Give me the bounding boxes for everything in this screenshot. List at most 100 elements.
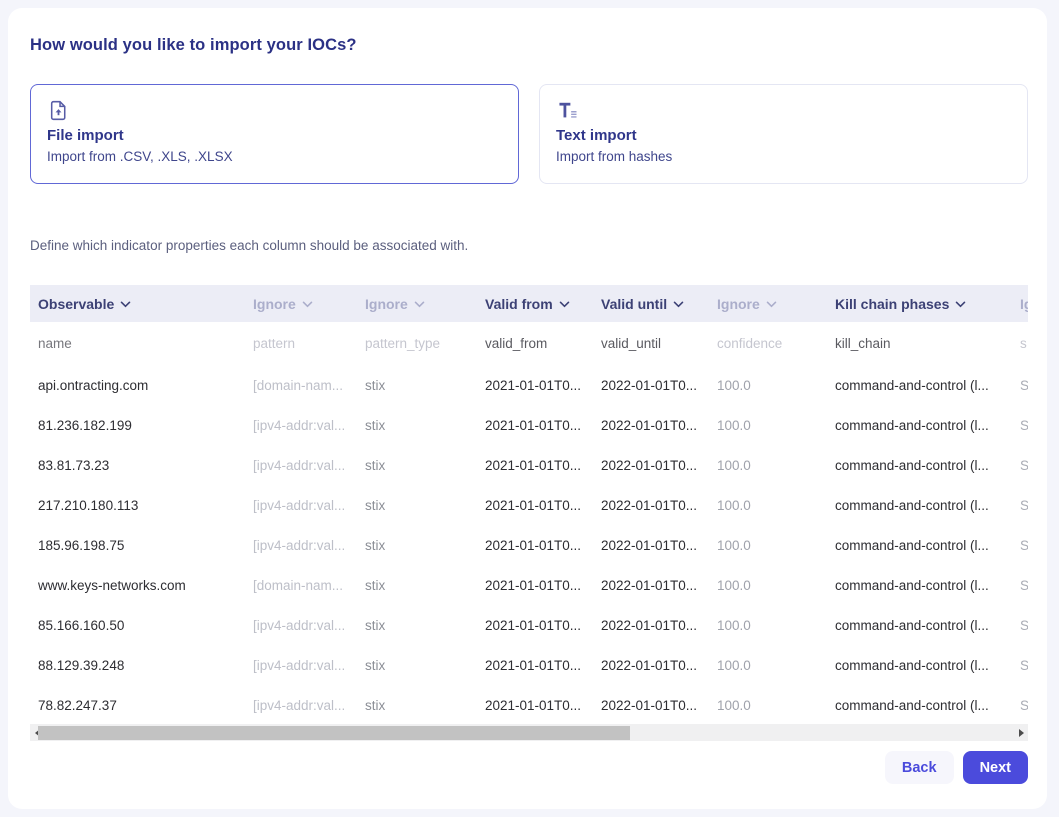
table-cell: 2021-01-01T0... <box>477 418 593 433</box>
table-header-row: Observable Ignore Ignore Valid from Valid un… <box>30 285 1028 322</box>
column-header-label: Ignore <box>1020 296 1028 312</box>
column-header-2[interactable]: Ignore <box>357 296 477 312</box>
table-cell: 100.0 <box>709 578 827 593</box>
table-cell: 100.0 <box>709 378 827 393</box>
table-cell: S <box>1012 618 1028 633</box>
file-upload-icon <box>47 99 502 126</box>
table-cell: [ipv4-addr:val... <box>245 418 357 433</box>
table-cell: 78.82.247.37 <box>30 698 245 713</box>
scrollbar-thumb[interactable] <box>38 726 630 740</box>
table-cell: command-and-control (l... <box>827 658 1012 673</box>
field-name-cell: s <box>1012 336 1028 351</box>
text-import-subtitle: Import from hashes <box>556 149 1011 164</box>
table-cell: stix <box>357 578 477 593</box>
table-cell: [ipv4-addr:val... <box>245 618 357 633</box>
table-cell: S <box>1012 538 1028 553</box>
column-mapping-table: Observable Ignore Ignore Valid from Valid un… <box>30 285 1028 725</box>
scroll-right-arrow-icon[interactable] <box>1014 724 1028 741</box>
table-cell: [ipv4-addr:val... <box>245 658 357 673</box>
table-row: 83.81.73.23[ipv4-addr:val...stix2021-01-… <box>30 445 1028 485</box>
table-cell: 2021-01-01T0... <box>477 458 593 473</box>
text-import-card[interactable]: Text import Import from hashes <box>539 84 1028 184</box>
column-header-label: Valid from <box>485 296 553 312</box>
column-header-4[interactable]: Valid until <box>593 296 709 312</box>
table-cell: S <box>1012 578 1028 593</box>
table-cell: command-and-control (l... <box>827 538 1012 553</box>
table-cell: stix <box>357 658 477 673</box>
table-cell: stix <box>357 458 477 473</box>
column-header-6[interactable]: Kill chain phases <box>827 296 1012 312</box>
table-row: 88.129.39.248[ipv4-addr:val...stix2021-0… <box>30 645 1028 685</box>
table-cell: stix <box>357 498 477 513</box>
table-cell: 100.0 <box>709 458 827 473</box>
table-cell: stix <box>357 698 477 713</box>
table-cell: 2022-01-01T0... <box>593 618 709 633</box>
file-import-card[interactable]: File import Import from .CSV, .XLS, .XLS… <box>30 84 519 184</box>
table-cell: 2022-01-01T0... <box>593 498 709 513</box>
table-cell: command-and-control (l... <box>827 578 1012 593</box>
table-cell: 2022-01-01T0... <box>593 418 709 433</box>
next-button[interactable]: Next <box>963 751 1028 784</box>
table-cell: 2022-01-01T0... <box>593 578 709 593</box>
table-cell: 2022-01-01T0... <box>593 538 709 553</box>
table-cell: 100.0 <box>709 698 827 713</box>
table-cell: [ipv4-addr:val... <box>245 538 357 553</box>
table-cell: 85.166.160.50 <box>30 618 245 633</box>
table-cell: stix <box>357 618 477 633</box>
column-header-3[interactable]: Valid from <box>477 296 593 312</box>
field-name-cell: kill_chain <box>827 336 1012 351</box>
table-cell: command-and-control (l... <box>827 458 1012 473</box>
column-header-label: Ignore <box>717 296 760 312</box>
chevron-down-icon <box>955 301 966 308</box>
field-name-cell: name <box>30 336 245 351</box>
column-header-label: Valid until <box>601 296 667 312</box>
table-cell: 100.0 <box>709 658 827 673</box>
column-header-label: Ignore <box>253 296 296 312</box>
field-name-cell: confidence <box>709 336 827 351</box>
table-cell: S <box>1012 418 1028 433</box>
column-header-5[interactable]: Ignore <box>709 296 827 312</box>
table-cell: 83.81.73.23 <box>30 458 245 473</box>
chevron-down-icon <box>302 301 313 308</box>
dialog-title: How would you like to import your IOCs? <box>30 36 357 55</box>
table-cell: [ipv4-addr:val... <box>245 458 357 473</box>
column-header-0[interactable]: Observable <box>30 296 245 312</box>
table-cell: [domain-nam... <box>245 378 357 393</box>
table-cell: [ipv4-addr:val... <box>245 498 357 513</box>
table-cell: 2021-01-01T0... <box>477 498 593 513</box>
table-cell: www.keys-networks.com <box>30 578 245 593</box>
table-cell: S <box>1012 498 1028 513</box>
table-row: 185.96.198.75[ipv4-addr:val...stix2021-0… <box>30 525 1028 565</box>
table-cell: [domain-nam... <box>245 578 357 593</box>
file-import-subtitle: Import from .CSV, .XLS, .XLSX <box>47 149 502 164</box>
column-header-label: Kill chain phases <box>835 296 949 312</box>
table-body: api.ontracting.com[domain-nam...stix2021… <box>30 365 1028 725</box>
table-cell: 2021-01-01T0... <box>477 378 593 393</box>
table-cell: 185.96.198.75 <box>30 538 245 553</box>
table-cell: S <box>1012 458 1028 473</box>
field-name-cell: pattern_type <box>357 336 477 351</box>
field-name-cell: valid_from <box>477 336 593 351</box>
table-cell: 2022-01-01T0... <box>593 698 709 713</box>
table-row: 78.82.247.37[ipv4-addr:val...stix2021-01… <box>30 685 1028 725</box>
table-row: 81.236.182.199[ipv4-addr:val...stix2021-… <box>30 405 1028 445</box>
horizontal-scrollbar[interactable] <box>30 724 1028 741</box>
column-header-7[interactable]: Ignore <box>1012 296 1028 312</box>
text-lines-icon <box>556 99 1011 126</box>
column-header-1[interactable]: Ignore <box>245 296 357 312</box>
table-row: 217.210.180.113[ipv4-addr:val...stix2021… <box>30 485 1028 525</box>
chevron-down-icon <box>120 301 131 308</box>
field-name-cell: pattern <box>245 336 357 351</box>
chevron-down-icon <box>559 301 570 308</box>
table-cell: command-and-control (l... <box>827 418 1012 433</box>
table-cell: 2021-01-01T0... <box>477 618 593 633</box>
table-cell: 2021-01-01T0... <box>477 578 593 593</box>
table-cell: 2021-01-01T0... <box>477 658 593 673</box>
table-row: www.keys-networks.com[domain-nam...stix2… <box>30 565 1028 605</box>
table-field-row: namepatternpattern_typevalid_fromvalid_u… <box>30 322 1028 365</box>
chevron-down-icon <box>673 301 684 308</box>
import-wizard-dialog: How would you like to import your IOCs? … <box>8 8 1047 809</box>
table-cell: 2022-01-01T0... <box>593 658 709 673</box>
table-cell: command-and-control (l... <box>827 498 1012 513</box>
back-button[interactable]: Back <box>885 751 954 784</box>
